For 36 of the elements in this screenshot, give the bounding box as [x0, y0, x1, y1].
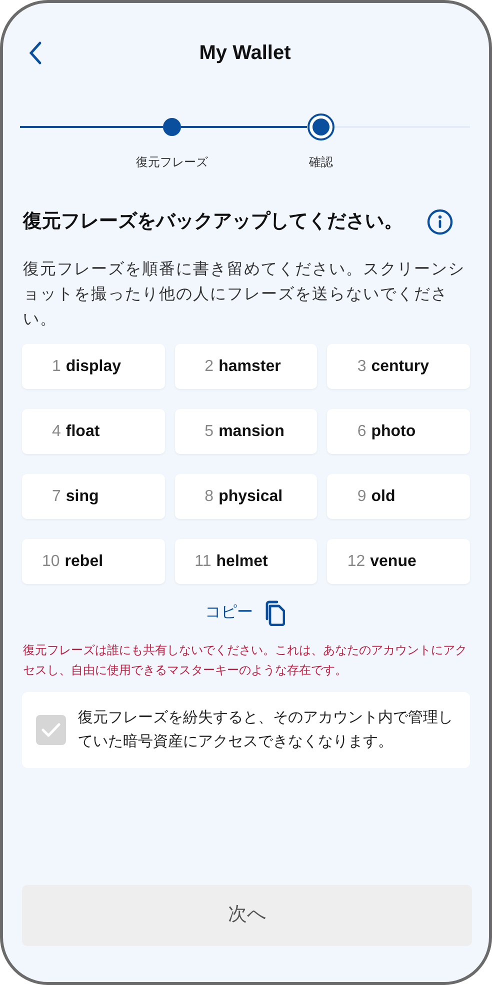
- word-number: 10: [42, 552, 60, 572]
- word-number: 8: [204, 486, 214, 506]
- word-text: century: [371, 356, 430, 376]
- word-text: helmet: [216, 552, 268, 572]
- word-number: 6: [357, 422, 366, 442]
- word-text: float: [66, 422, 100, 442]
- word-number: 5: [204, 422, 214, 442]
- word-text: hamster: [218, 356, 281, 376]
- info-icon[interactable]: [427, 209, 453, 235]
- word-text: old: [371, 486, 396, 506]
- acknowledgement-text: 復元フレーズを紛失すると、そのアカウント内で管理していた暗号資産にアクセスできなくなります。: [78, 708, 454, 752]
- word-text: rebel: [64, 552, 104, 572]
- check-icon: [41, 722, 61, 738]
- word-number: 7: [52, 486, 61, 506]
- word-number: 11: [194, 552, 212, 572]
- word-number: 3: [357, 356, 366, 376]
- copy-icon: [263, 600, 285, 626]
- word-text: physical: [218, 486, 283, 506]
- word-number: 12: [347, 552, 366, 572]
- warning-text: 復元フレーズは誰にも共有しないでください。これは、あなたのアカウントにアクセスし、自由に使用できるマスターキーのような存在です。: [22, 642, 468, 679]
- word-number: 4: [52, 422, 61, 442]
- window-title: My Wallet: [199, 41, 291, 66]
- word-number: 9: [357, 486, 366, 506]
- word-text: venue: [370, 552, 416, 572]
- step-label: 復元フレーズ: [136, 154, 208, 171]
- word-text: display: [66, 356, 122, 376]
- word-text: photo: [371, 422, 416, 442]
- back-icon: [28, 40, 42, 65]
- word-number: 1: [52, 356, 61, 376]
- section-heading: 復元フレーズをバックアップしてください。: [23, 210, 403, 234]
- copy-button[interactable]: コピー: [205, 600, 285, 626]
- instruction-text: 復元フレーズを順番に書き留めてください。スクリーンショットを撮ったり他の人にフレーズを送らないでください。: [22, 260, 466, 330]
- step-label: 確認: [309, 154, 333, 171]
- word-number: 2: [204, 356, 214, 376]
- word-text: sing: [66, 486, 99, 506]
- word-text: mansion: [218, 422, 284, 442]
